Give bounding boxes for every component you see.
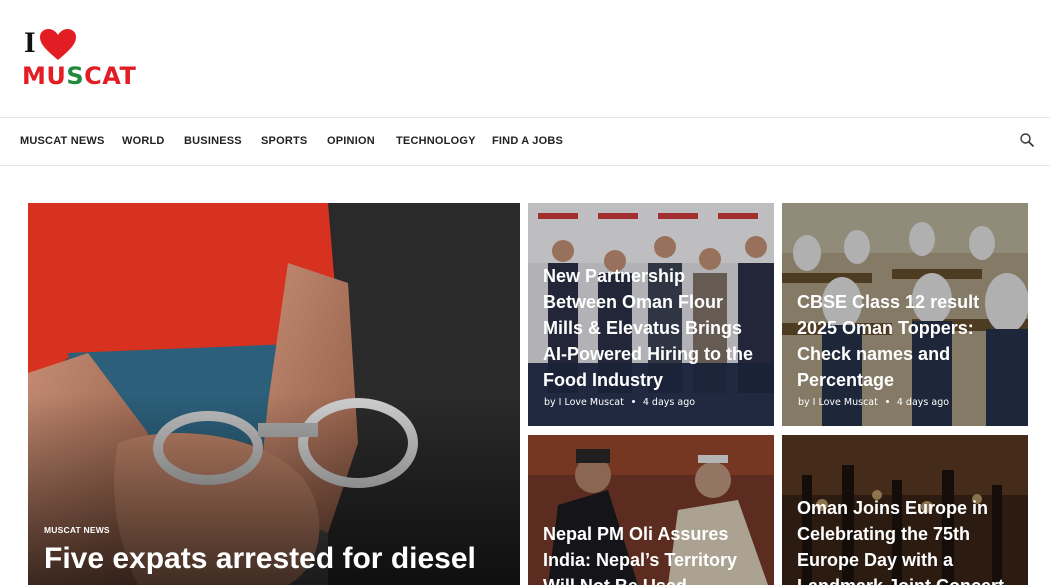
logo-wordmark: MUSCAT — [22, 62, 137, 90]
nav-item-opinion[interactable]: OPINION — [327, 135, 375, 147]
article-title-nepal[interactable]: Nepal PM Oli Assures India: Nepal’s Terr… — [543, 521, 762, 585]
heart-icon — [40, 29, 76, 60]
site-logo[interactable]: I MUSCAT — [22, 26, 136, 96]
logo-letter-i: I — [24, 26, 36, 59]
article-title-europe-day[interactable]: Oman Joins Europe in Celebrating the 75t… — [797, 495, 1016, 585]
article-date: 4 days ago — [896, 397, 950, 408]
article-card-europe-day[interactable]: Oman Joins Europe in Celebrating the 75t… — [782, 435, 1028, 585]
article-meta-elevatus: by I Love Muscat 4 days ago — [544, 397, 695, 408]
article-author[interactable]: by I Love Muscat — [544, 397, 624, 408]
featured-article-card[interactable]: MUSCAT NEWS Five expats arrested for die… — [28, 203, 520, 585]
nav-item-find-a-jobs[interactable]: FIND A JOBS — [492, 135, 563, 147]
article-date: 4 days ago — [642, 397, 696, 408]
meta-separator-dot — [885, 400, 889, 403]
article-title-cbse[interactable]: CBSE Class 12 result 2025 Oman Toppers: … — [797, 289, 1016, 393]
article-title-elevatus[interactable]: New Partnership Between Oman Flour Mills… — [543, 263, 762, 393]
nav-item-sports[interactable]: SPORTS — [261, 135, 307, 147]
article-card-cbse[interactable]: CBSE Class 12 result 2025 Oman Toppers: … — [782, 203, 1028, 426]
nav-item-world[interactable]: WORLD — [122, 135, 165, 147]
featured-category-label[interactable]: MUSCAT NEWS — [44, 525, 110, 535]
search-icon[interactable] — [1019, 132, 1035, 148]
site-header: I MUSCAT — [0, 0, 1050, 118]
nav-item-technology[interactable]: TECHNOLOGY — [396, 135, 476, 147]
article-card-elevatus[interactable]: New Partnership Between Oman Flour Mills… — [528, 203, 774, 426]
nav-item-muscat-news[interactable]: MUSCAT NEWS — [20, 135, 105, 147]
main-navigation: MUSCAT NEWS WORLD BUSINESS SPORTS OPINIO… — [0, 118, 1050, 166]
meta-separator-dot — [631, 400, 635, 403]
article-card-nepal[interactable]: Nepal PM Oli Assures India: Nepal’s Terr… — [528, 435, 774, 585]
featured-article-title[interactable]: Five expats arrested for diesel — [44, 541, 510, 577]
article-meta-cbse: by I Love Muscat 4 days ago — [798, 397, 949, 408]
nav-item-business[interactable]: BUSINESS — [184, 135, 242, 147]
article-author[interactable]: by I Love Muscat — [798, 397, 878, 408]
